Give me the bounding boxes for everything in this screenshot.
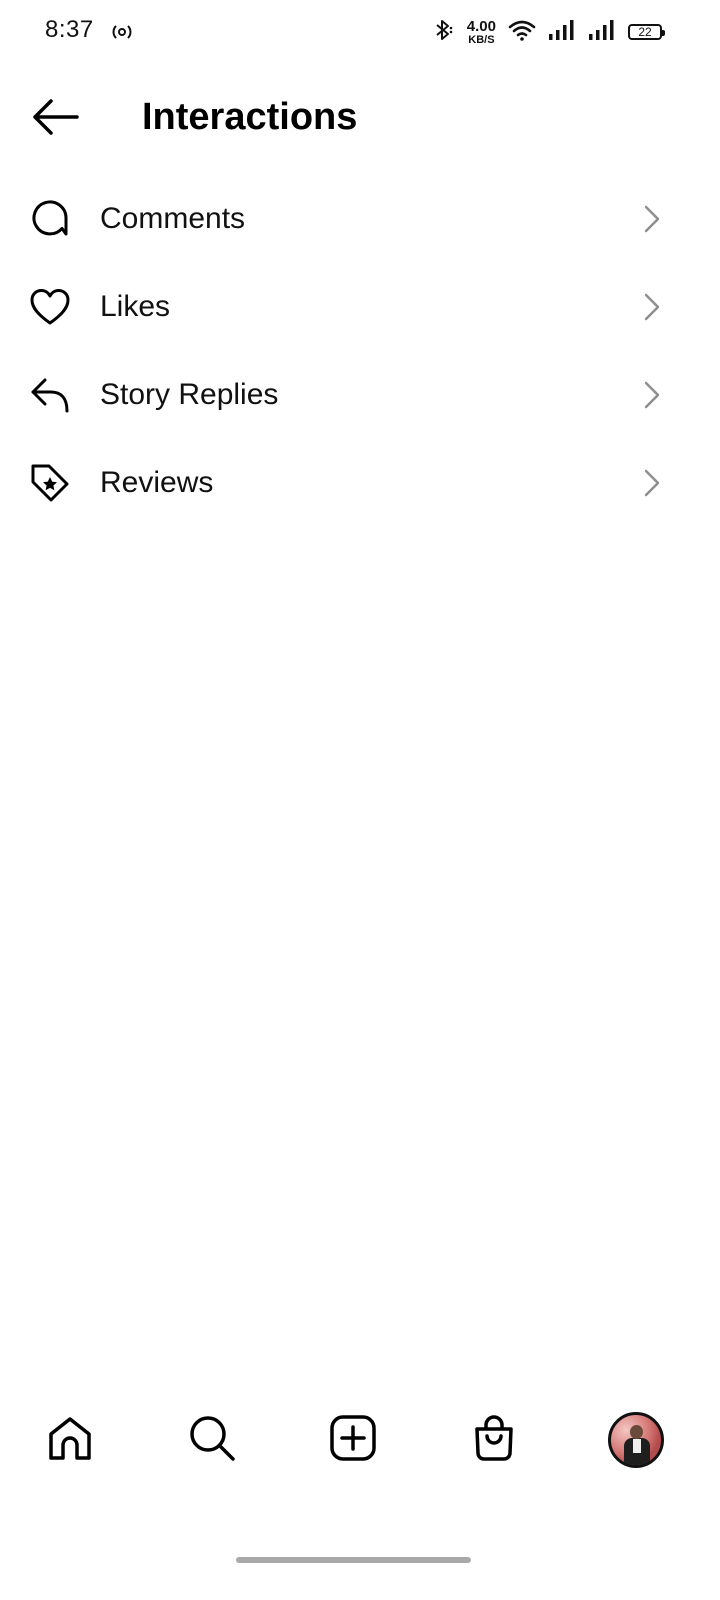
nav-shop-button[interactable] xyxy=(462,1408,526,1472)
menu-item-label: Reviews xyxy=(100,466,214,499)
menu-item-comments[interactable]: Comments xyxy=(0,175,720,263)
tag-star-icon xyxy=(28,461,72,505)
menu-item-reviews[interactable]: Reviews xyxy=(0,439,720,527)
home-indicator[interactable] xyxy=(236,1557,471,1563)
hotspot-icon xyxy=(110,20,134,44)
chevron-right-icon xyxy=(640,204,664,234)
interactions-list: Comments Likes Story Replies Reviews xyxy=(0,175,720,527)
nav-search-button[interactable] xyxy=(180,1408,244,1472)
header: Interactions xyxy=(0,84,720,154)
chevron-right-icon xyxy=(640,292,664,322)
status-time: 8:37 xyxy=(45,16,94,43)
signal-icon xyxy=(588,19,616,46)
profile-avatar xyxy=(608,1412,664,1468)
network-speed-unit: KB/S xyxy=(468,33,495,46)
bottom-navigation xyxy=(0,1400,720,1480)
menu-item-label: Story Replies xyxy=(100,378,279,411)
arrow-left-icon xyxy=(30,97,80,142)
search-icon xyxy=(188,1414,236,1467)
nav-create-button[interactable] xyxy=(321,1408,385,1472)
battery-level: 22 xyxy=(638,25,652,39)
create-icon xyxy=(329,1414,377,1467)
chevron-right-icon xyxy=(640,468,664,498)
menu-item-label: Comments xyxy=(100,202,246,235)
back-button[interactable] xyxy=(28,96,82,142)
wifi-icon xyxy=(508,18,536,47)
menu-item-label: Likes xyxy=(100,290,171,323)
reply-icon xyxy=(28,373,72,417)
network-speed-value: 4.00 xyxy=(466,17,496,35)
signal-icon xyxy=(548,19,576,46)
chevron-right-icon xyxy=(640,380,664,410)
shop-icon xyxy=(470,1414,518,1467)
page-title: Interactions xyxy=(142,96,358,138)
status-indicators: 4.00 KB/S 22 xyxy=(431,16,665,48)
nav-home-button[interactable] xyxy=(38,1408,102,1472)
network-speed: 4.00 KB/S xyxy=(467,19,496,46)
menu-item-likes[interactable]: Likes xyxy=(0,263,720,351)
heart-icon xyxy=(28,285,72,329)
bluetooth-icon xyxy=(431,18,455,47)
nav-profile-button[interactable] xyxy=(604,1408,668,1472)
battery-icon: 22 xyxy=(628,24,665,40)
home-icon xyxy=(46,1414,94,1467)
comment-icon xyxy=(28,197,72,241)
status-bar: 8:37 4.00 KB/S 22 xyxy=(0,0,720,64)
menu-item-story-replies[interactable]: Story Replies xyxy=(0,351,720,439)
